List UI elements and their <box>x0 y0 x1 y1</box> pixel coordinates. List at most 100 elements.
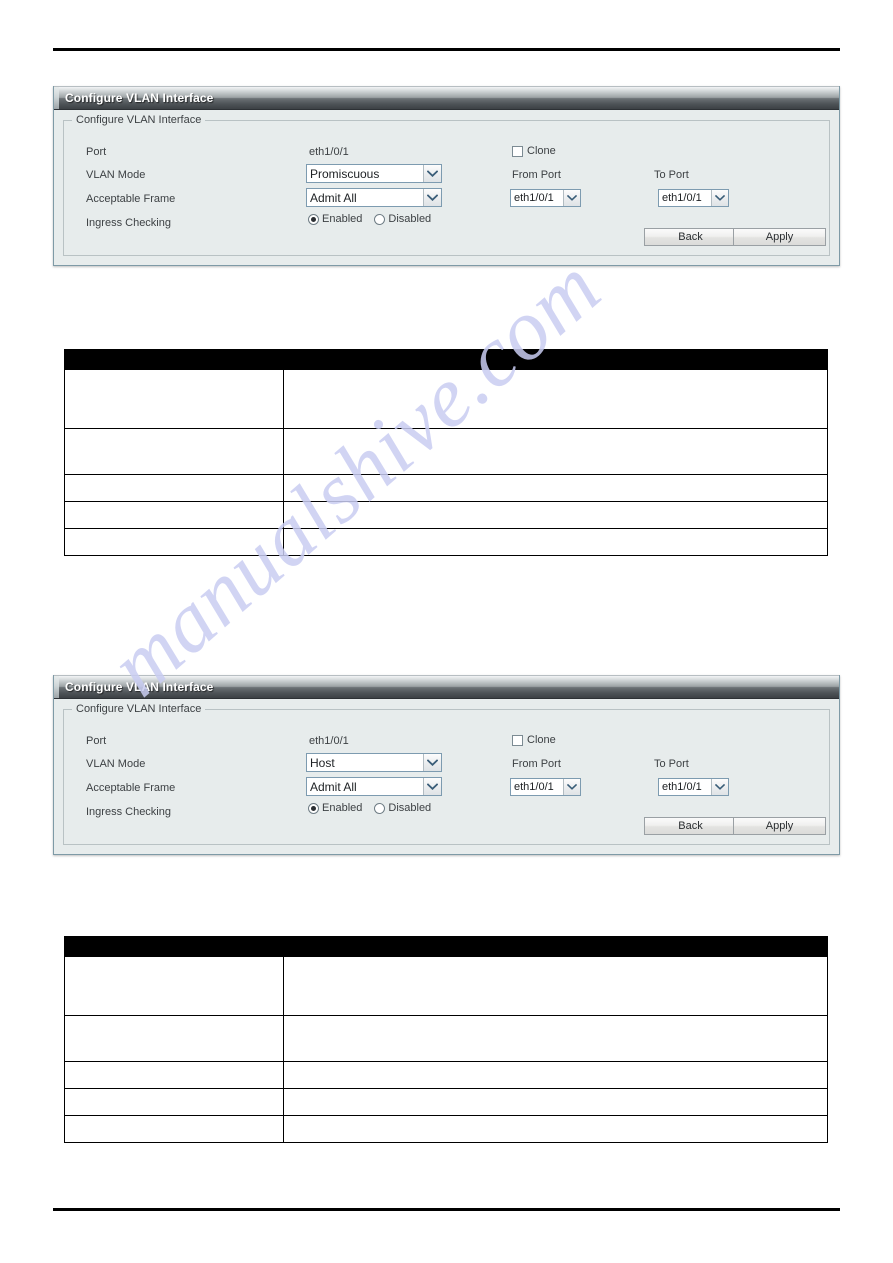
table-header-row <box>64 936 828 957</box>
back-button[interactable]: Back <box>644 228 737 246</box>
back-button[interactable]: Back <box>644 817 737 835</box>
table-cell-parameter <box>64 501 284 529</box>
table-row <box>64 428 828 475</box>
vlan-mode-select-value: Promiscuous <box>310 166 380 181</box>
to-port-select-value: eth1/0/1 <box>662 781 702 793</box>
page-header-rule <box>53 48 840 51</box>
table-cell-description <box>283 956 828 1016</box>
acceptable-frame-select[interactable]: Admit All <box>306 188 442 207</box>
clone-label: Clone <box>527 734 556 746</box>
ingress-checking-label: Ingress Checking <box>86 217 171 229</box>
to-port-select[interactable]: eth1/0/1 <box>658 189 729 207</box>
group-legend: Configure VLAN Interface <box>72 114 206 126</box>
table-cell-parameter <box>64 528 284 556</box>
chevron-down-icon <box>423 189 441 206</box>
table-cell-parameter <box>64 1115 284 1143</box>
port-label: Port <box>86 735 107 747</box>
acceptable-frame-select-value: Admit All <box>310 190 357 205</box>
port-value: eth1/0/1 <box>309 146 349 158</box>
ingress-checking-radio-group: Enabled Disabled <box>308 802 431 814</box>
panel-titlebar: Configure VLAN Interface <box>54 675 839 699</box>
table-row <box>64 474 828 502</box>
to-port-label: To Port <box>654 169 689 181</box>
panel-title: Configure VLAN Interface <box>65 680 214 694</box>
table-cell-description <box>283 369 828 429</box>
chevron-down-icon <box>423 165 441 182</box>
chevron-down-icon <box>711 190 728 206</box>
table-cell-parameter <box>64 1015 284 1062</box>
table-cell-description <box>283 1015 828 1062</box>
ingress-checking-disabled-label: Disabled <box>388 802 432 814</box>
table-row <box>64 501 828 529</box>
table-row <box>64 956 828 1016</box>
chevron-down-icon <box>563 190 580 206</box>
table-header-cell-parameter <box>64 349 284 370</box>
clone-checkbox-wrap[interactable]: Clone <box>512 734 556 746</box>
configure-vlan-interface-group: Configure VLAN Interface Port VLAN Mode … <box>63 114 830 256</box>
from-port-select-value: eth1/0/1 <box>514 781 554 793</box>
field-description-table-1 <box>64 349 828 556</box>
clone-checkbox[interactable] <box>512 734 523 746</box>
ingress-checking-label: Ingress Checking <box>86 806 171 818</box>
field-description-table-2 <box>64 936 828 1143</box>
table-cell-description <box>283 474 828 502</box>
ingress-checking-disabled-radio[interactable] <box>374 213 386 225</box>
table-cell-description <box>283 501 828 529</box>
table-cell-description <box>283 1115 828 1143</box>
ingress-checking-disabled-label: Disabled <box>388 213 432 225</box>
to-port-select-value: eth1/0/1 <box>662 192 702 204</box>
vlan-mode-label: VLAN Mode <box>86 758 146 770</box>
form-grid: Port VLAN Mode Acceptable Frame Ingress … <box>74 728 826 835</box>
table-row <box>64 1061 828 1089</box>
form-grid: Port VLAN Mode Acceptable Frame Ingress … <box>74 139 826 246</box>
from-port-select[interactable]: eth1/0/1 <box>510 189 581 207</box>
chevron-down-icon <box>423 778 441 795</box>
from-port-select[interactable]: eth1/0/1 <box>510 778 581 796</box>
table-cell-parameter <box>64 474 284 502</box>
panel-body: Configure VLAN Interface Port VLAN Mode … <box>54 699 839 854</box>
panel-titlebar: Configure VLAN Interface <box>54 86 839 110</box>
table-header-cell-parameter <box>64 936 284 957</box>
table-cell-parameter <box>64 956 284 1016</box>
table-header-row <box>64 349 828 370</box>
ingress-checking-enabled-radio[interactable] <box>308 802 319 814</box>
apply-button[interactable]: Apply <box>733 817 826 835</box>
configure-vlan-interface-group: Configure VLAN Interface Port VLAN Mode … <box>63 703 830 845</box>
chevron-down-icon <box>563 779 580 795</box>
ingress-checking-disabled-radio[interactable] <box>374 802 386 814</box>
from-port-select-value: eth1/0/1 <box>514 192 554 204</box>
table-cell-description <box>283 1061 828 1089</box>
ingress-checking-radio-group: Enabled Disabled <box>308 213 431 225</box>
clone-checkbox-wrap[interactable]: Clone <box>512 145 556 157</box>
acceptable-frame-select-value: Admit All <box>310 779 357 794</box>
vlan-mode-select[interactable]: Host <box>306 753 442 772</box>
table-cell-description <box>283 1088 828 1116</box>
port-value: eth1/0/1 <box>309 735 349 747</box>
apply-button[interactable]: Apply <box>733 228 826 246</box>
table-cell-description <box>283 428 828 475</box>
to-port-label: To Port <box>654 758 689 770</box>
table-cell-description <box>283 528 828 556</box>
chevron-down-icon <box>711 779 728 795</box>
vlan-mode-select[interactable]: Promiscuous <box>306 164 442 183</box>
from-port-label: From Port <box>512 758 561 770</box>
panel-title: Configure VLAN Interface <box>65 91 214 105</box>
acceptable-frame-select[interactable]: Admit All <box>306 777 442 796</box>
from-port-label: From Port <box>512 169 561 181</box>
table-header-cell-description <box>283 349 828 370</box>
to-port-select[interactable]: eth1/0/1 <box>658 778 729 796</box>
ingress-checking-enabled-radio[interactable] <box>308 213 319 225</box>
vlan-mode-label: VLAN Mode <box>86 169 146 181</box>
configure-vlan-interface-panel-promiscuous: Configure VLAN Interface Configure VLAN … <box>53 86 840 266</box>
vlan-mode-select-value: Host <box>310 755 335 770</box>
clone-checkbox[interactable] <box>512 145 523 157</box>
table-cell-parameter <box>64 369 284 429</box>
ingress-checking-enabled-label: Enabled <box>322 213 363 225</box>
page-footer-rule <box>53 1208 840 1211</box>
port-label: Port <box>86 146 107 158</box>
table-row <box>64 369 828 429</box>
table-row <box>64 1088 828 1116</box>
ingress-checking-enabled-label: Enabled <box>322 802 363 814</box>
chevron-down-icon <box>423 754 441 771</box>
table-header-cell-description <box>283 936 828 957</box>
